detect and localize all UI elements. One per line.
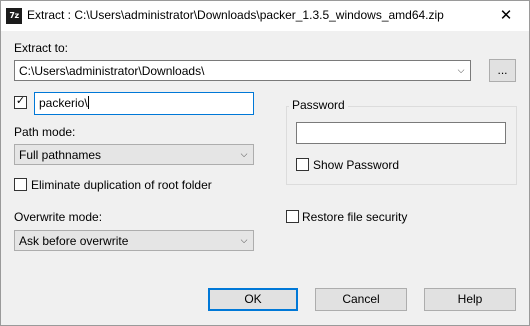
password-group-label: Password (289, 98, 348, 112)
extract-dialog: 7z Extract : C:\Users\administrator\Down… (0, 0, 530, 326)
eliminate-duplication-checkbox[interactable] (14, 178, 27, 191)
extract-to-label: Extract to: (14, 41, 69, 55)
chevron-down-icon: ⌵ (240, 149, 248, 159)
eliminate-duplication-label[interactable]: Eliminate duplication of root folder (31, 178, 212, 192)
subfolder-name-input[interactable]: packerio\ (34, 92, 254, 115)
checkmark-icon: ✓ (15, 95, 26, 107)
restore-security-label[interactable]: Restore file security (302, 210, 407, 224)
subfolder-name-value: packerio\ (39, 96, 88, 110)
password-groupbox (286, 106, 517, 185)
chevron-down-icon: ⌵ (240, 235, 248, 245)
help-button[interactable]: Help (424, 288, 516, 311)
overwrite-mode-value: Ask before overwrite (19, 234, 129, 248)
7zip-app-icon: 7z (6, 8, 22, 24)
window-title: Extract : C:\Users\administrator\Downloa… (27, 8, 444, 22)
overwrite-mode-select[interactable]: Ask before overwrite ⌵ (14, 230, 254, 251)
browse-button[interactable]: ... (489, 59, 516, 82)
extract-to-path: C:\Users\administrator\Downloads\ (19, 64, 205, 78)
title-bar[interactable]: 7z Extract : C:\Users\administrator\Down… (1, 1, 529, 31)
overwrite-mode-label: Overwrite mode: (14, 210, 103, 224)
close-icon[interactable]: ✕ (483, 1, 529, 31)
subfolder-checkbox[interactable]: ✓ (14, 95, 27, 109)
path-mode-value: Full pathnames (19, 148, 102, 162)
ok-button[interactable]: OK (208, 288, 298, 311)
chevron-down-icon[interactable]: ⌵ (452, 61, 470, 80)
path-mode-label: Path mode: (14, 125, 76, 139)
show-password-checkbox[interactable] (296, 158, 309, 171)
password-input[interactable] (296, 122, 506, 144)
text-caret (87, 96, 89, 109)
extract-to-combobox[interactable]: C:\Users\administrator\Downloads\ ⌵ (14, 60, 471, 81)
cancel-button[interactable]: Cancel (315, 288, 407, 311)
restore-security-checkbox[interactable] (286, 210, 299, 223)
path-mode-select[interactable]: Full pathnames ⌵ (14, 144, 254, 165)
show-password-label[interactable]: Show Password (313, 158, 399, 172)
